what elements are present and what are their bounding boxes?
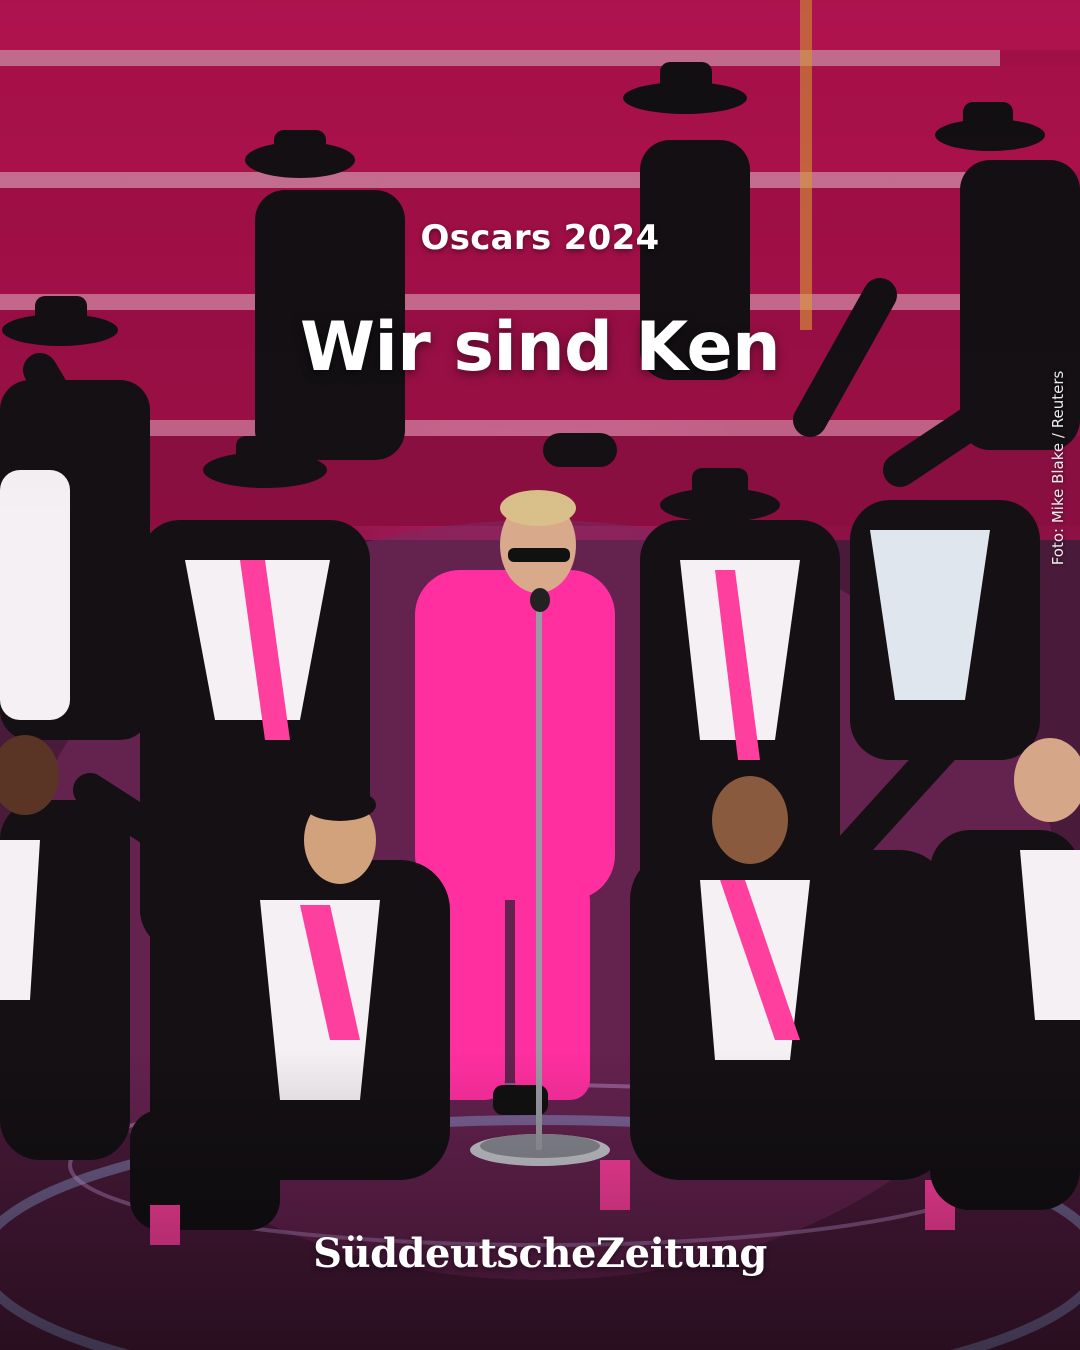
top-overlay (0, 0, 1080, 520)
kicker-label: Oscars 2024 (420, 218, 660, 258)
photo-credit: Foto: Mike Blake / Reuters (1049, 370, 1067, 566)
headline: Wir sind Ken (299, 308, 781, 387)
publication-logo: SüddeutscheZeitung (313, 1230, 767, 1277)
poster: Oscars 2024 Wir sind Ken Foto: Mike Blak… (0, 0, 1080, 1350)
